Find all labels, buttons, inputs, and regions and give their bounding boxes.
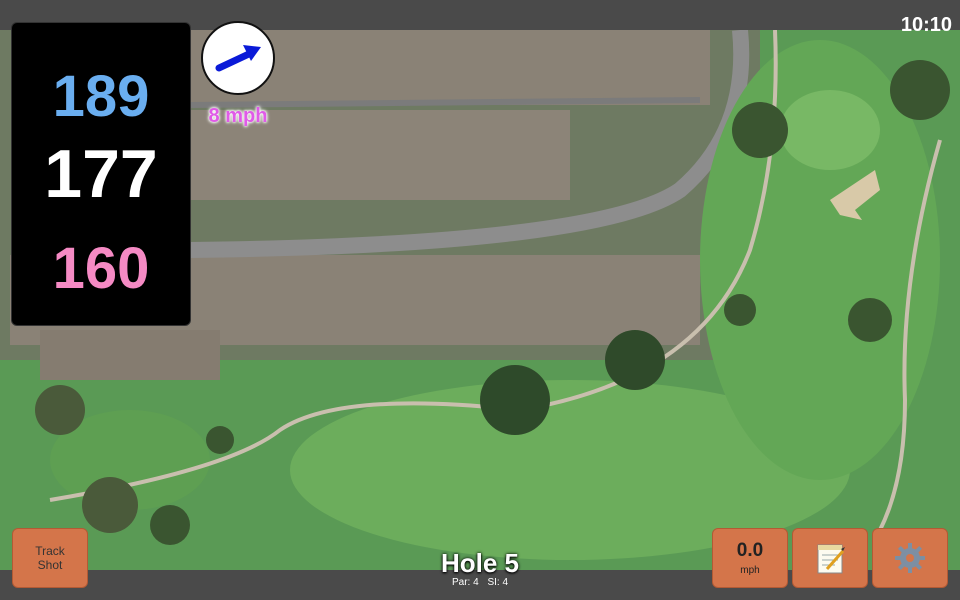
notepad-icon xyxy=(817,544,845,574)
wind-speed: 8 mph xyxy=(208,105,268,127)
speed-value: 0.0 xyxy=(736,540,764,561)
middle-distance: 177 xyxy=(44,136,158,212)
distance-panel: 189 177 160 xyxy=(11,22,191,326)
hole-title: Hole 5 xyxy=(440,548,520,578)
gear-icon xyxy=(895,543,925,573)
track-shot-button[interactable]: Track Shot xyxy=(12,528,88,588)
wind-indicator[interactable] xyxy=(201,21,275,95)
clock: 10:10 xyxy=(900,14,952,36)
settings-button[interactable] xyxy=(872,528,948,588)
hole-stroke-index: SI: 4 xyxy=(487,577,509,588)
speed-button[interactable]: 0.0 mph xyxy=(712,528,788,588)
arrow-icon xyxy=(215,45,261,72)
track-shot-label-line1: Track xyxy=(35,544,65,558)
hole-info: Par: 4 SI: 4 xyxy=(380,577,580,588)
notes-button[interactable] xyxy=(792,528,868,588)
speed-unit: mph xyxy=(740,565,760,576)
front-distance: 160 xyxy=(52,236,150,301)
track-shot-label-line2: Shot xyxy=(37,558,63,572)
hole-par: Par: 4 xyxy=(451,577,479,588)
back-distance: 189 xyxy=(52,64,150,129)
